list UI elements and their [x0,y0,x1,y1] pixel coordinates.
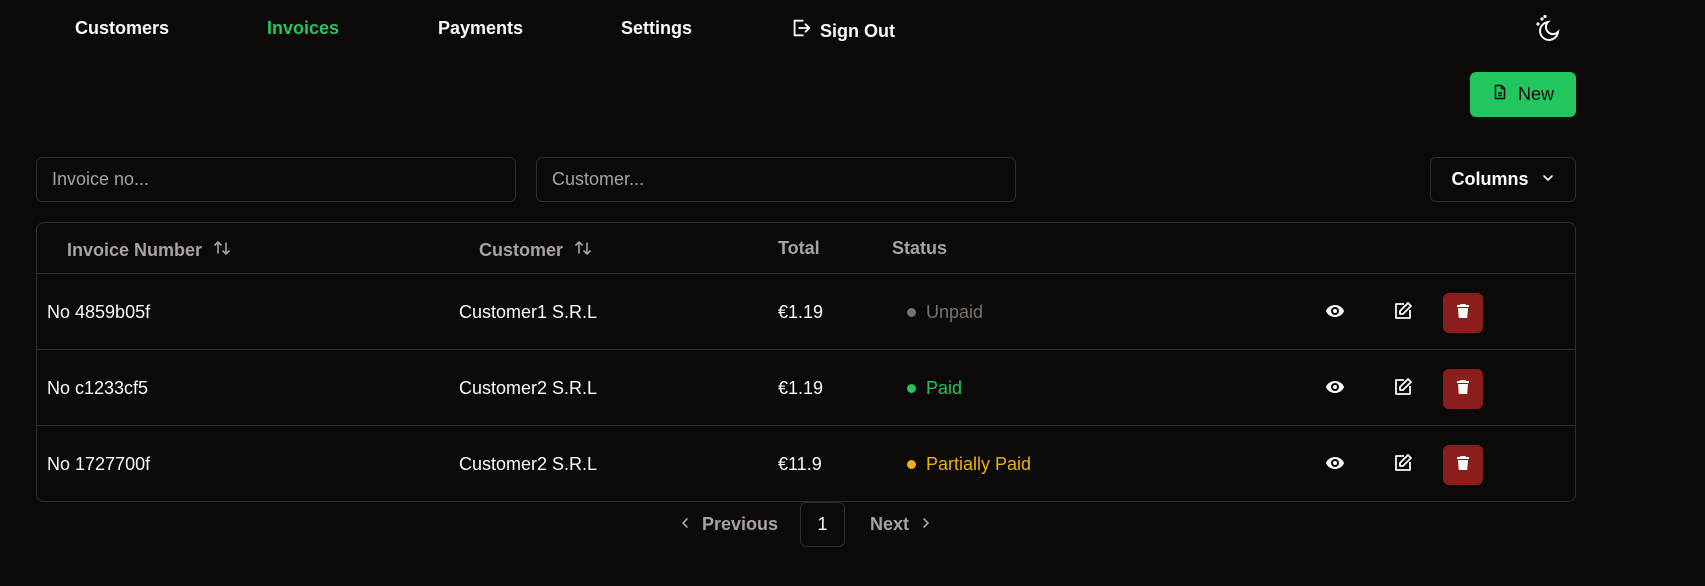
edit-button[interactable] [1383,445,1423,485]
column-header-customer[interactable]: Customer [479,238,593,262]
customer-filter[interactable] [536,157,1016,202]
edit-icon [1393,301,1413,326]
invoice-number-cell: No 4859b05f [47,302,151,322]
nav-sign-out[interactable]: Sign Out [790,17,895,44]
trash-icon [1455,303,1471,324]
table-header: Invoice Number Customer Total Status [37,223,1575,274]
column-header-status: Status [892,238,948,258]
customer-cell: Customer2 S.R.L [459,378,598,398]
columns-button-label: Columns [1451,169,1529,189]
status-dot [907,459,916,469]
page-number-button[interactable]: 1 [800,502,845,547]
total-cell: €11.9 [778,454,822,474]
column-header-label: Customer [479,240,564,260]
column-header-invoice-number[interactable]: Invoice Number [67,238,232,262]
edit-icon [1393,377,1413,402]
table-row: No c1233cf5 Customer2 S.R.L €1.19 Paid [37,350,1575,426]
delete-button[interactable] [1443,293,1483,333]
sign-out-icon [790,17,812,44]
status-dot [907,307,916,317]
customer-cell: Customer2 S.R.L [459,454,598,474]
status-dot [907,383,916,393]
previous-page-button[interactable]: Previous [678,514,778,535]
trash-icon [1455,379,1471,400]
table-row: No 4859b05f Customer1 S.R.L €1.19 Unpaid [37,274,1575,350]
new-button-label: New [1517,84,1554,104]
next-page-button[interactable]: Next [870,514,933,535]
column-header-label: Invoice Number [67,240,203,260]
view-button[interactable] [1315,293,1355,333]
eye-icon [1325,301,1345,326]
columns-button[interactable]: Columns [1430,157,1576,202]
new-invoice-button[interactable]: New [1470,72,1576,117]
table-row: No 1727700f Customer2 S.R.L €11.9 Partially… [37,426,1575,501]
eye-icon [1325,377,1345,402]
theme-toggle-icon[interactable] [1534,14,1562,42]
eye-icon [1325,453,1345,478]
view-button[interactable] [1315,445,1355,485]
top-nav: Customers Invoices Payments Settings Sig… [0,0,1705,56]
next-label: Next [870,514,910,534]
customer-cell: Customer1 S.R.L [459,302,598,322]
file-icon [1492,84,1508,105]
chevron-left-icon [678,514,692,535]
status-label: Unpaid [926,302,984,322]
pagination: Previous 1 Next [0,502,1705,548]
status-cell: Unpaid [907,301,983,323]
edit-button[interactable] [1383,293,1423,333]
invoice-number-cell: No c1233cf5 [47,378,149,398]
edit-icon [1393,453,1413,478]
delete-button[interactable] [1443,369,1483,409]
total-cell: €1.19 [778,302,824,322]
status-label: Partially Paid [926,454,1032,474]
sort-icon [573,238,593,262]
total-cell: €1.19 [778,378,824,398]
chevron-down-icon [1541,169,1555,190]
nav-customers[interactable]: Customers [75,17,169,39]
status-cell: Paid [907,377,962,399]
edit-button[interactable] [1383,369,1423,409]
previous-label: Previous [702,514,779,534]
status-label: Paid [926,378,963,398]
nav-settings[interactable]: Settings [621,17,692,39]
view-button[interactable] [1315,369,1355,409]
column-header-total: Total [778,238,820,258]
sort-icon [212,238,232,262]
nav-invoices[interactable]: Invoices [267,17,339,39]
invoice-number-filter[interactable] [36,157,516,202]
delete-button[interactable] [1443,445,1483,485]
sign-out-label: Sign Out [820,20,895,41]
nav-payments[interactable]: Payments [438,17,523,39]
status-cell: Partially Paid [907,453,1031,475]
chevron-right-icon [919,514,933,535]
invoice-number-cell: No 1727700f [47,454,151,474]
trash-icon [1455,455,1471,476]
invoices-table: Invoice Number Customer Total Status No … [36,222,1576,502]
